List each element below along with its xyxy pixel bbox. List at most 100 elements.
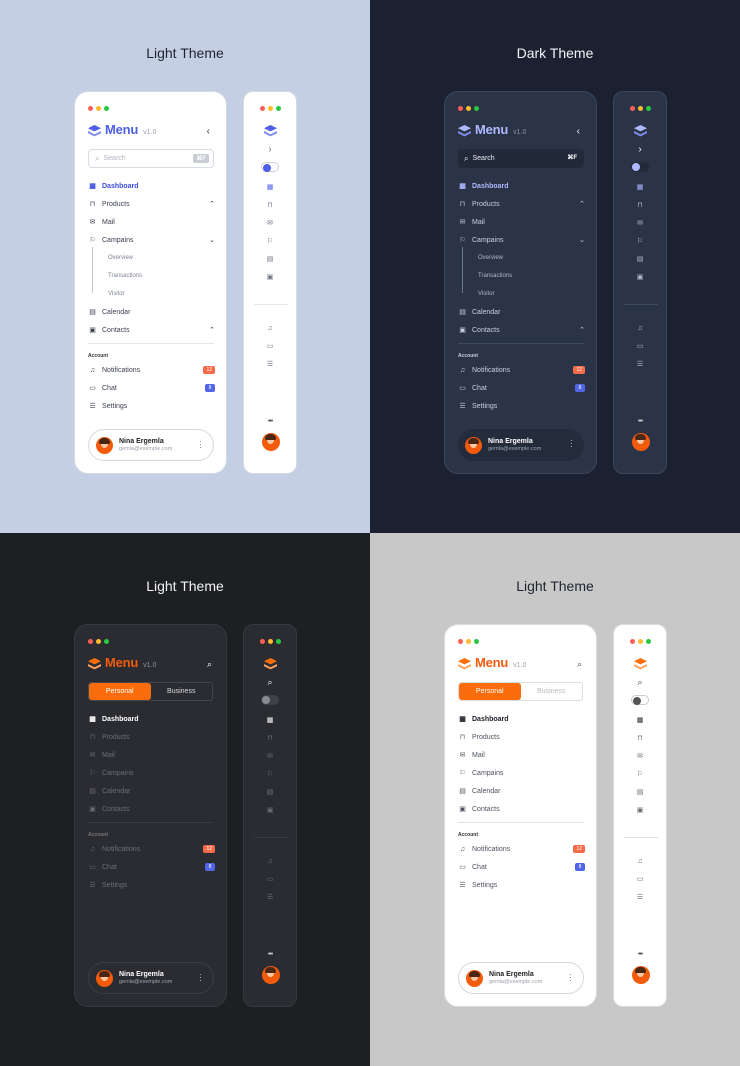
minimize-dot[interactable] [268,106,273,111]
chat-icon[interactable]: ▭ [260,337,280,355]
bell-icon[interactable]: ♫ [630,852,650,870]
nav-item-chat[interactable]: ▭ Chat 8 [88,379,215,397]
nav-item-dashboard[interactable]: ▦ Dashboard [88,177,215,195]
nav-item-contacts[interactable]: ▣ Contacts [458,800,585,818]
nav-item-calendar[interactable]: ▤ Calendar [458,303,585,321]
search-icon[interactable]: ⌕ [207,659,212,670]
collapse-chevron-icon[interactable]: ‹ [577,126,580,137]
more-vertical-icon[interactable]: · · · [199,438,203,452]
minimize-dot[interactable] [638,106,643,111]
nav-item-mail[interactable]: ✉ Mail [88,213,215,231]
close-dot[interactable] [260,639,265,644]
nav-item-settings[interactable]: ☰ Settings [88,397,215,415]
sliders-icon[interactable]: ☰ [630,888,650,906]
contacts-icon[interactable]: ▣ [630,268,650,286]
more-vertical-icon[interactable]: · · · [569,971,573,985]
nav-item-campaigns[interactable]: ⚐ Campains [88,764,215,782]
nav-item-chat[interactable]: ▭ Chat 8 [458,379,585,397]
nav-item-mail[interactable]: ✉ Mail [458,746,585,764]
subnav-visitor[interactable]: Visitor [458,285,585,303]
nav-item-products[interactable]: ⊓ Products ⌃ [88,195,215,213]
chevron-up-icon[interactable]: ⌃ [579,326,585,334]
close-dot[interactable] [630,639,635,644]
nav-item-contacts[interactable]: ▣ Contacts ⌃ [458,321,585,339]
nav-item-calendar[interactable]: ▤ Calendar [88,782,215,800]
calendar-icon[interactable]: ▤ [260,250,280,268]
close-dot[interactable] [88,106,93,111]
close-dot[interactable] [458,106,463,111]
minimize-dot[interactable] [466,639,471,644]
bell-icon[interactable]: ♫ [260,852,280,870]
nav-item-campaigns[interactable]: ⚐ Campains ⌄ [458,231,585,249]
search-input[interactable]: ⌕ Search ⌘F [458,149,584,168]
minimize-dot[interactable] [466,106,471,111]
search-input[interactable]: ⌕ Search ⌘F [88,149,214,168]
segment-business[interactable]: Business [151,683,213,700]
bag-icon[interactable]: ⊓ [260,196,280,214]
collapse-chevron-icon[interactable]: ‹ [207,126,210,137]
sliders-icon[interactable]: ☰ [260,355,280,373]
bag-icon[interactable]: ⊓ [630,196,650,214]
close-dot[interactable] [88,639,93,644]
subnav-overview[interactable]: Overview [458,249,585,267]
mail-icon[interactable]: ✉ [260,214,280,232]
chevron-up-icon[interactable]: ⌃ [209,200,215,208]
nav-item-notifications[interactable]: ♫ Notifications 12 [458,361,585,379]
mail-icon[interactable]: ✉ [260,747,280,765]
maximize-dot[interactable] [646,639,651,644]
more-horizontal-icon[interactable]: ••• [244,418,296,425]
segment-personal[interactable]: Personal [459,683,521,700]
nav-item-campaigns[interactable]: ⚐ Campains ⌄ [88,231,215,249]
more-horizontal-icon[interactable]: ••• [614,951,666,958]
minimize-dot[interactable] [638,639,643,644]
user-card[interactable]: Nina Ergemla gemla@exemple.com · · · [458,962,584,994]
subnav-transactions[interactable]: Transactions [458,267,585,285]
subnav-transactions[interactable]: Transactions [88,267,215,285]
chevron-up-icon[interactable]: ⌃ [209,326,215,334]
more-horizontal-icon[interactable]: ••• [614,418,666,425]
close-dot[interactable] [260,106,265,111]
maximize-dot[interactable] [276,639,281,644]
bag-icon[interactable]: ⊓ [630,729,650,747]
contacts-icon[interactable]: ▣ [260,268,280,286]
grid-icon[interactable]: ▦ [630,178,650,196]
flag-icon[interactable]: ⚐ [630,765,650,783]
nav-item-notifications[interactable]: ♫ Notifications 12 [88,840,215,858]
search-icon[interactable]: ⌕ [577,659,582,670]
expand-chevron-icon[interactable]: › [260,140,280,158]
bell-icon[interactable]: ♫ [260,319,280,337]
avatar[interactable] [632,433,650,451]
nav-item-settings[interactable]: ☰ Settings [458,876,585,894]
maximize-dot[interactable] [104,639,109,644]
more-vertical-icon[interactable]: · · · [570,437,574,451]
nav-item-products[interactable]: ⊓ Products [458,728,585,746]
theme-toggle[interactable] [630,158,650,176]
chevron-down-icon[interactable]: ⌄ [579,236,585,244]
nav-item-mail[interactable]: ✉ Mail [88,746,215,764]
nav-item-calendar[interactable]: ▤ Calendar [88,303,215,321]
subnav-visitor[interactable]: Visitor [88,285,215,303]
close-dot[interactable] [458,639,463,644]
calendar-icon[interactable]: ▤ [630,250,650,268]
minimize-dot[interactable] [268,639,273,644]
nav-item-chat[interactable]: ▭ Chat 8 [88,858,215,876]
subnav-overview[interactable]: Overview [88,249,215,267]
search-icon[interactable]: ⌕ [630,673,650,691]
flag-icon[interactable]: ⚐ [630,232,650,250]
mail-icon[interactable]: ✉ [630,747,650,765]
nav-item-settings[interactable]: ☰ Settings [458,397,585,415]
sliders-icon[interactable]: ☰ [260,888,280,906]
close-dot[interactable] [630,106,635,111]
chat-icon[interactable]: ▭ [630,337,650,355]
nav-item-notifications[interactable]: ♫ Notifications 12 [458,840,585,858]
nav-item-dashboard[interactable]: ▦ Dashboard [458,710,585,728]
nav-item-products[interactable]: ⊓ Products ⌃ [458,195,585,213]
expand-chevron-icon[interactable]: › [630,140,650,158]
avatar[interactable] [262,966,280,984]
nav-item-contacts[interactable]: ▣ Contacts [88,800,215,818]
more-vertical-icon[interactable]: · · · [199,971,203,985]
chat-icon[interactable]: ▭ [260,870,280,888]
calendar-icon[interactable]: ▤ [630,783,650,801]
calendar-icon[interactable]: ▤ [260,783,280,801]
minimize-dot[interactable] [96,106,101,111]
